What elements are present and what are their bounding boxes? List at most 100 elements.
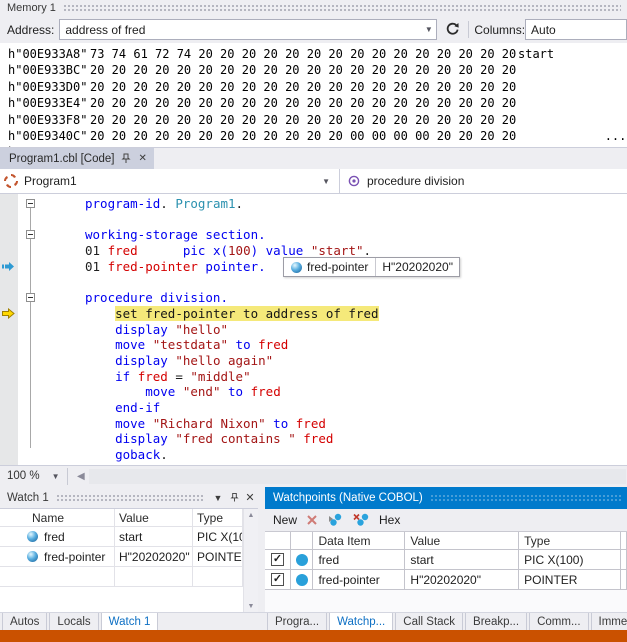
tab-watchp[interactable]: Watchp... <box>329 613 393 631</box>
watch-header-row: NameValueType <box>0 509 258 527</box>
code-line[interactable]: procedure division. <box>0 290 627 306</box>
watchpoint-row[interactable]: fred-pointerH"20202020"POINTER <box>265 570 627 590</box>
watch-column-header[interactable]: Value <box>115 509 193 527</box>
columns-value: Auto <box>531 23 556 37</box>
fold-collapse-icon[interactable] <box>26 199 35 208</box>
checkbox-checked-icon[interactable] <box>271 573 284 586</box>
fold-collapse-icon[interactable] <box>26 293 35 302</box>
watchpoint-row[interactable]: fredstartPIC X(100) <box>265 550 627 570</box>
watch-row[interactable]: fred-pointerH"20202020"POINTER <box>0 547 258 567</box>
tab-breakp[interactable]: Breakp... <box>465 613 527 631</box>
watch-title: Watch 1 <box>7 492 49 504</box>
scroll-left-icon[interactable]: ◀ <box>73 471 89 482</box>
columns-label: Columns: <box>474 23 525 37</box>
pin-icon[interactable] <box>121 153 131 164</box>
memory-bytes: 20 20 20 20 20 20 20 20 20 20 20 20 20 2… <box>90 79 516 95</box>
program-dropdown[interactable]: Program1 ▼ <box>0 169 340 193</box>
watchpoint-marker-cell <box>291 570 314 590</box>
new-watchpoint-button[interactable]: New <box>273 513 297 527</box>
code-line[interactable]: goback. <box>0 447 627 463</box>
watchpoint-icon <box>296 554 308 566</box>
watchpoint-enabled-cell <box>265 550 291 570</box>
datatip-value: H"20202020" <box>376 258 459 276</box>
editor-body[interactable]: program-id. Program1. working-storage sec… <box>0 194 627 465</box>
watchpoints-grid[interactable]: Data ItemValueType fredstartPIC X(100)fr… <box>265 531 627 612</box>
chevron-down-icon[interactable]: ▼ <box>421 25 436 34</box>
watch-grid[interactable]: NameValueType fredstartPIC X(100)fred-po… <box>0 508 258 612</box>
code-line[interactable]: display "hello" <box>0 322 627 338</box>
fold-collapse-icon[interactable] <box>26 230 35 239</box>
watchpoint-type: POINTER <box>519 570 621 590</box>
code-line[interactable]: working-storage section. <box>0 227 627 243</box>
delete-watchpoint-icon[interactable] <box>306 514 318 526</box>
watch-column-header[interactable]: Name <box>0 509 115 527</box>
close-icon[interactable]: ✕ <box>138 153 146 164</box>
tab-locals[interactable]: Locals <box>49 613 98 631</box>
memory-bytes: 20 20 20 20 20 20 20 20 20 20 20 20 20 2… <box>90 62 516 78</box>
code-line[interactable]: move "end" to fred <box>0 384 627 400</box>
window-menu-icon[interactable]: ▼ <box>210 490 226 505</box>
columns-input[interactable]: Auto <box>525 19 627 40</box>
toolbar-separator <box>67 468 68 485</box>
code-line[interactable] <box>0 212 627 228</box>
code-line[interactable]: move "Richard Nixon" to fred <box>0 416 627 432</box>
refresh-button[interactable] <box>441 19 463 41</box>
memory-address: h"00E933F8" <box>8 112 87 128</box>
watchpoints-column-header[interactable]: Data Item <box>313 532 405 550</box>
watch-value: H"20202020" <box>115 547 193 567</box>
code-line[interactable]: if fred = "middle" <box>0 369 627 385</box>
scroll-up-icon[interactable]: ▲ <box>248 509 255 522</box>
horizontal-scrollbar[interactable] <box>89 469 626 484</box>
debug-windows-tabs: AutosLocalsWatch 1 <box>2 613 160 631</box>
chevron-down-icon: ▼ <box>322 177 330 186</box>
tab-watch-1[interactable]: Watch 1 <box>101 613 159 631</box>
delete-all-watchpoints-icon[interactable] <box>353 513 370 527</box>
watchpoints-titlebar[interactable]: Watchpoints (Native COBOL) <box>265 487 627 509</box>
memory-title: Memory 1 <box>7 2 56 14</box>
datatip[interactable]: fred-pointer H"20202020" <box>283 257 460 277</box>
watchpoint-data-item: fred-pointer <box>313 570 405 590</box>
address-input[interactable]: address of fred ▼ <box>59 19 437 40</box>
enable-all-watchpoints-icon[interactable] <box>327 513 344 527</box>
code-line[interactable]: move "testdata" to fred <box>0 337 627 353</box>
checkbox-checked-icon[interactable] <box>271 553 284 566</box>
watch-titlebar-grip <box>56 494 204 503</box>
tab-comm[interactable]: Comm... <box>529 613 588 631</box>
watchpoints-toolbar: New Hex <box>265 509 627 531</box>
code-line[interactable]: program-id. Program1. <box>0 196 627 212</box>
watch-empty-row[interactable] <box>0 567 258 587</box>
memory-row: h"00E933A8"73 74 61 72 74 20 20 20 20 20… <box>0 46 627 62</box>
close-icon[interactable]: ✕ <box>242 490 258 505</box>
watch-value: start <box>115 527 193 547</box>
watch-column-header[interactable]: Type <box>193 509 243 527</box>
watchpoints-column-header[interactable]: Value <box>405 532 519 550</box>
watchpoints-titlebar-grip <box>430 494 621 503</box>
watchpoints-title: Watchpoints (Native COBOL) <box>273 492 423 504</box>
vertical-scrollbar[interactable]: ▲ ▼ <box>243 509 258 612</box>
tab-progra[interactable]: Progra... <box>267 613 327 631</box>
tab-call-stack[interactable]: Call Stack <box>395 613 463 631</box>
datatip-pin-arrow-icon <box>2 261 15 272</box>
code-line[interactable]: display "hello again" <box>0 353 627 369</box>
watchpoints-header-blank <box>621 532 627 550</box>
code-line[interactable]: display "fred contains " fred <box>0 431 627 447</box>
scroll-down-icon[interactable]: ▼ <box>248 600 255 612</box>
watchpoints-header-blank <box>265 532 291 550</box>
section-dropdown[interactable]: procedure division <box>340 169 627 193</box>
watch-name-cell: fred-pointer <box>0 547 115 567</box>
pin-icon[interactable] <box>226 490 242 505</box>
code-line[interactable]: end-if <box>0 400 627 416</box>
watchpoints-header-blank <box>291 532 314 550</box>
memory-hex-grid[interactable]: h"00E933A8"73 74 61 72 74 20 20 20 20 20… <box>0 43 627 147</box>
watch-titlebar[interactable]: Watch 1 ▼ ✕ <box>0 487 258 508</box>
code-line[interactable]: set fred-pointer to address of fred <box>0 306 627 322</box>
address-value: address of fred <box>60 23 145 37</box>
tab-program1-cbl[interactable]: Program1.cbl [Code] ✕ <box>0 148 154 169</box>
memory-titlebar[interactable]: Memory 1 <box>0 0 627 16</box>
watch-row[interactable]: fredstartPIC X(100) <box>0 527 258 547</box>
zoom-selector[interactable]: 100 % ▼ <box>0 470 62 482</box>
hex-toggle-button[interactable]: Hex <box>379 513 400 527</box>
watchpoints-column-header[interactable]: Type <box>519 532 621 550</box>
tab-immedi[interactable]: Immedi... <box>591 613 627 631</box>
tab-autos[interactable]: Autos <box>2 613 47 631</box>
